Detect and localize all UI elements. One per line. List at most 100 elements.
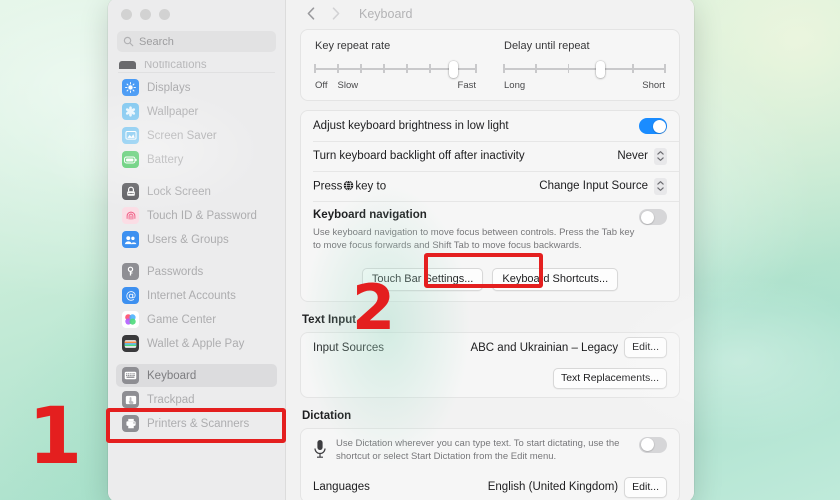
row-keyboard-brightness[interactable]: Adjust keyboard brightness in low light (301, 111, 679, 141)
window-traffic-lights (108, 0, 285, 29)
detail-navigation-bar: Keyboard (286, 0, 694, 29)
sidebar-item-label: Users & Groups (147, 233, 229, 246)
backlight-inactivity-value: Never (617, 150, 648, 162)
toggle-knob (640, 210, 654, 224)
slider-tick (503, 64, 505, 73)
sidebar-item-wallpaper[interactable]: Wallpaper (116, 100, 277, 123)
internet-accounts-icon: @ (122, 287, 139, 304)
sidebar-scroll-area[interactable]: Notifications Displays Wallpaper Screen … (108, 59, 285, 500)
slider-tick (632, 64, 634, 73)
sidebar-item-label: Screen Saver (147, 129, 217, 142)
sidebar-item-label: Battery (147, 153, 184, 166)
chevron-up-down-icon[interactable] (654, 177, 667, 195)
sidebar-item-label: Trackpad (147, 393, 195, 406)
row-backlight-inactivity[interactable]: Turn keyboard backlight off after inacti… (301, 141, 679, 171)
passwords-icon (122, 263, 139, 280)
sidebar-item-keyboard[interactable]: Keyboard (116, 364, 277, 387)
text-replacements-button[interactable]: Text Replacements... (552, 367, 667, 389)
row-label: Press key to (313, 180, 539, 193)
sidebar-item-printers-scanners[interactable]: Printers & Scanners (116, 412, 277, 435)
sidebar-item-displays[interactable]: Displays (116, 76, 277, 99)
keyboard-navigation-block: Keyboard navigation Use keyboard navigat… (301, 201, 679, 301)
sidebar-item-users-groups[interactable]: Users & Groups (116, 228, 277, 251)
minimize-button[interactable] (140, 9, 151, 20)
dictation-heading: Dictation (302, 409, 352, 422)
dictation-card: Use Dictation wherever you can type text… (300, 427, 680, 500)
row-input-sources[interactable]: Input Sources ABC and Ukrainian – Legacy… (301, 333, 679, 363)
keyboard-navigation-title: Keyboard navigation (313, 209, 427, 221)
sidebar-item-trackpad[interactable]: Trackpad (116, 388, 277, 411)
sidebar-groups: Displays Wallpaper Screen Saver Battery … (116, 72, 277, 435)
search-container: Search (108, 29, 285, 59)
sidebar-item-label: Wallet & Apple Pay (147, 337, 245, 350)
slider-thumb[interactable] (448, 61, 458, 78)
slider-tick (664, 64, 666, 73)
sidebar-item-touch-id-password[interactable]: Touch ID & Password (116, 204, 277, 227)
slider-tick (535, 64, 537, 73)
keyboard-options-card: Adjust keyboard brightness in low light … (300, 110, 680, 302)
displays-icon (122, 79, 139, 96)
slider-label-slow: Slow (337, 80, 359, 91)
chevron-right-icon[interactable] (325, 3, 347, 25)
settings-content: Key repeat rate Off Slow Fast Delay unti… (286, 29, 694, 500)
keyboard-navigation-toggle[interactable] (639, 209, 667, 225)
sidebar-item-wallet-apple-pay[interactable]: Wallet & Apple Pay (116, 332, 277, 355)
sidebar-item-label: Printers & Scanners (147, 417, 250, 430)
input-sources-edit-button[interactable]: Edit... (624, 337, 667, 359)
search-field[interactable]: Search (117, 31, 276, 52)
delay-until-repeat-group: Delay until repeat Long Short (503, 40, 666, 91)
sidebar-item-game-center[interactable]: Game Center (116, 308, 277, 331)
row-dictation-toggle[interactable]: Use Dictation wherever you can type text… (301, 429, 679, 473)
globe-key-label-post: key to (355, 180, 387, 193)
sidebar-item-label: Touch ID & Password (147, 209, 257, 222)
row-label: Turn keyboard backlight off after inacti… (313, 150, 525, 162)
desktop-background: Search Notifications Displays Wallpaper … (0, 0, 840, 500)
sidebar-item-internet-accounts[interactable]: @ Internet Accounts (116, 284, 277, 307)
detail-pane: Keyboard Key repeat rate Off Slow Fast D… (286, 0, 694, 500)
delay-until-repeat-scale: Long Short (504, 80, 665, 91)
sidebar-item-screen-saver[interactable]: Screen Saver (116, 124, 277, 147)
sidebar-item-label: Internet Accounts (147, 289, 236, 302)
sidebar-item-label: Keyboard (147, 369, 197, 382)
key-repeat-rate-scale: Off Slow Fast (315, 80, 476, 91)
globe-key-label-pre: Press (313, 180, 343, 193)
sidebar-item-battery[interactable]: Battery (116, 148, 277, 171)
sidebar: Search Notifications Displays Wallpaper … (108, 0, 286, 500)
slider-label-fast: Fast (457, 80, 476, 91)
dictation-toggle[interactable] (639, 436, 667, 453)
input-sources-label: Input Sources (313, 341, 384, 354)
screen-saver-icon (122, 127, 139, 144)
row-dictation-languages[interactable]: Languages English (United Kingdom) Edit.… (301, 472, 679, 500)
row-globe-key-action[interactable]: Press key to Change Input Source (301, 171, 679, 201)
touch-bar-settings-button[interactable]: Touch Bar Settings... (361, 267, 484, 291)
key-repeat-rate-slider[interactable] (314, 61, 477, 78)
page-title: Keyboard (359, 6, 413, 21)
sidebar-item-passwords[interactable]: Passwords (116, 260, 277, 283)
system-settings-window: Search Notifications Displays Wallpaper … (108, 0, 694, 500)
close-button[interactable] (121, 9, 132, 20)
key-repeat-rate-label: Key repeat rate (315, 40, 391, 52)
slider-tick (567, 64, 570, 73)
chevron-up-down-icon[interactable] (654, 147, 667, 165)
languages-edit-button[interactable]: Edit... (624, 476, 667, 498)
toggle-knob (640, 438, 654, 452)
keyboard-brightness-toggle[interactable] (639, 118, 667, 134)
touch-id-icon (122, 207, 139, 224)
notifications-icon (119, 61, 136, 69)
sidebar-item-label: Notifications (144, 61, 207, 69)
sidebar-item-notifications-clipped[interactable]: Notifications (116, 59, 277, 69)
microphone-icon (314, 439, 326, 458)
zoom-button[interactable] (159, 9, 170, 20)
users-groups-icon (122, 231, 139, 248)
game-center-icon (122, 311, 139, 328)
chevron-left-icon[interactable] (300, 3, 322, 25)
slider-thumb[interactable] (596, 61, 606, 78)
battery-icon (122, 151, 139, 168)
keyboard-shortcuts-button[interactable]: Keyboard Shortcuts... (492, 267, 619, 291)
delay-until-repeat-slider[interactable] (503, 61, 666, 78)
text-replacements-row: Text Replacements... (301, 363, 679, 397)
sidebar-item-lock-screen[interactable]: Lock Screen (116, 180, 277, 203)
row-label: Adjust keyboard brightness in low light (313, 120, 509, 132)
